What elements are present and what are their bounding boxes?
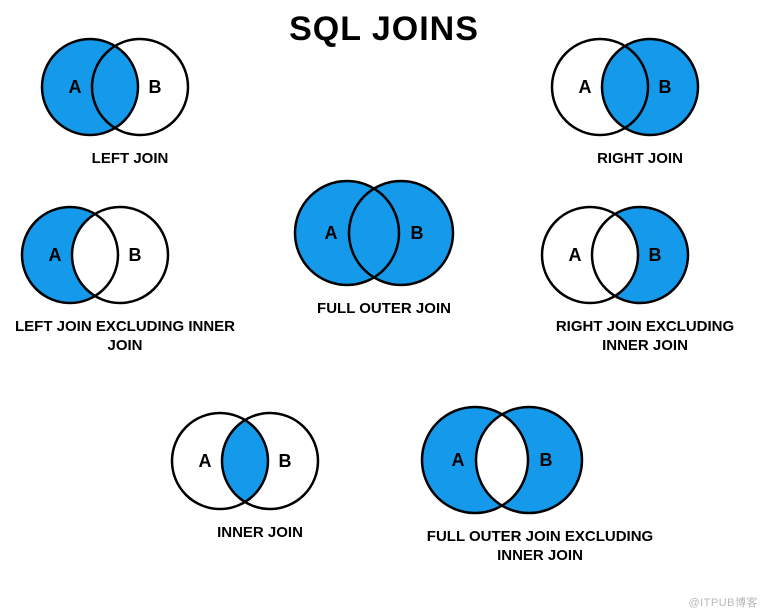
cell-right-excl-join: A B RIGHT JOIN EXCLUDING INNER JOIN: [530, 200, 760, 356]
venn-left-join: A B: [30, 32, 230, 142]
cell-left-excl-join: A B LEFT JOIN EXCLUDING INNER JOIN: [10, 200, 240, 356]
diagram-grid: A B LEFT JOIN A B RIGHT JOIN: [0, 0, 768, 616]
venn-inner-join: A B: [160, 406, 360, 516]
watermark: @ITPUB博客: [688, 594, 758, 610]
caption-full-outer-join: FULL OUTER JOIN: [284, 300, 484, 319]
cell-inner-join: A B INNER JOIN: [160, 406, 360, 543]
label-b: B: [540, 450, 553, 470]
caption-left-join: LEFT JOIN: [30, 150, 230, 169]
venn-right-join: A B: [540, 32, 740, 142]
label-a: A: [49, 245, 62, 265]
cell-full-excl-join: A B FULL OUTER JOIN EXCLUDING INNER JOIN: [410, 400, 670, 566]
venn-right-excl-join: A B: [530, 200, 760, 310]
caption-left-excl-join: LEFT JOIN EXCLUDING INNER JOIN: [15, 318, 235, 356]
label-b: B: [279, 451, 292, 471]
label-b: B: [411, 223, 424, 243]
venn-full-outer-join: A B: [284, 174, 484, 292]
caption-right-join: RIGHT JOIN: [540, 150, 740, 169]
venn-full-excl-join: A B: [410, 400, 670, 520]
cell-full-outer-join: A B FULL OUTER JOIN: [284, 174, 484, 319]
label-b: B: [649, 245, 662, 265]
label-a: A: [569, 245, 582, 265]
label-a: A: [199, 451, 212, 471]
label-b: B: [659, 77, 672, 97]
label-b: B: [129, 245, 142, 265]
cell-left-join: A B LEFT JOIN: [30, 32, 230, 169]
label-a: A: [69, 77, 82, 97]
caption-right-excl-join: RIGHT JOIN EXCLUDING INNER JOIN: [535, 318, 755, 356]
caption-inner-join: INNER JOIN: [160, 524, 360, 543]
label-b: B: [149, 77, 162, 97]
label-a: A: [452, 450, 465, 470]
label-a: A: [325, 223, 338, 243]
caption-full-excl-join: FULL OUTER JOIN EXCLUDING INNER JOIN: [413, 528, 668, 566]
cell-right-join: A B RIGHT JOIN: [540, 32, 740, 169]
venn-left-excl-join: A B: [10, 200, 240, 310]
label-a: A: [579, 77, 592, 97]
